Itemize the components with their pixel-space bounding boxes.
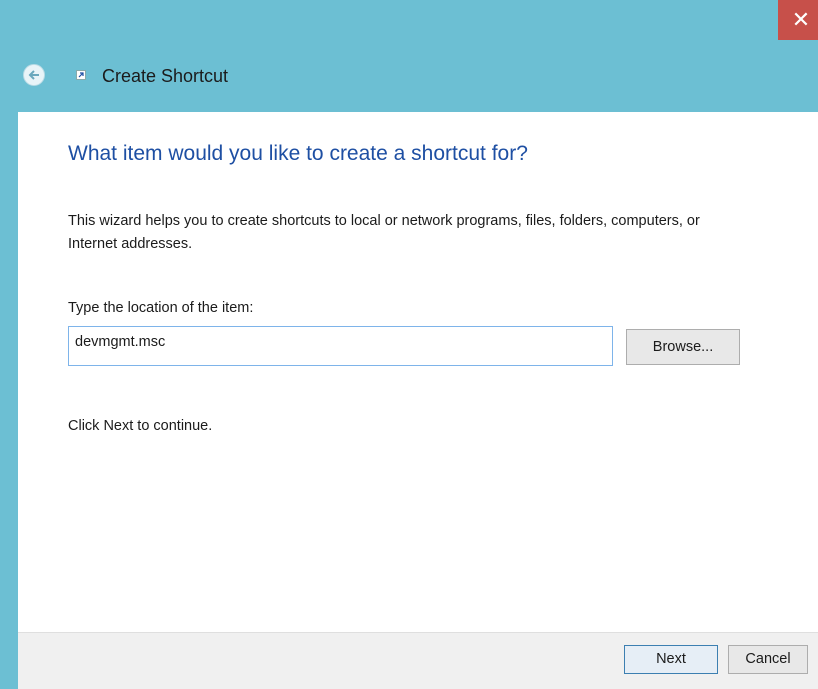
browse-button[interactable]: Browse...: [626, 329, 740, 365]
next-button[interactable]: Next: [624, 645, 718, 674]
title-bar: ✕: [6, 0, 818, 40]
location-input[interactable]: [68, 326, 613, 366]
wizard-content: What item would you like to create a sho…: [18, 112, 818, 632]
wizard-title: Create Shortcut: [102, 66, 229, 86]
close-button[interactable]: ✕: [778, 0, 818, 40]
create-shortcut-window: ✕ Create Shortcut What item would you li…: [0, 0, 818, 689]
wizard-nav-bar: Create Shortcut: [6, 58, 818, 102]
location-label: Type the location of the item:: [68, 300, 254, 316]
page-heading: What item would you like to create a sho…: [68, 142, 528, 165]
back-arrow-icon: [28, 70, 39, 80]
wizard-footer: Next Cancel: [18, 632, 818, 689]
shortcut-icon: [76, 70, 86, 80]
intro-text: This wizard helps you to create shortcut…: [68, 213, 700, 252]
continue-hint: Click Next to continue.: [68, 418, 213, 434]
back-button[interactable]: [23, 64, 45, 86]
cancel-button[interactable]: Cancel: [728, 645, 808, 674]
